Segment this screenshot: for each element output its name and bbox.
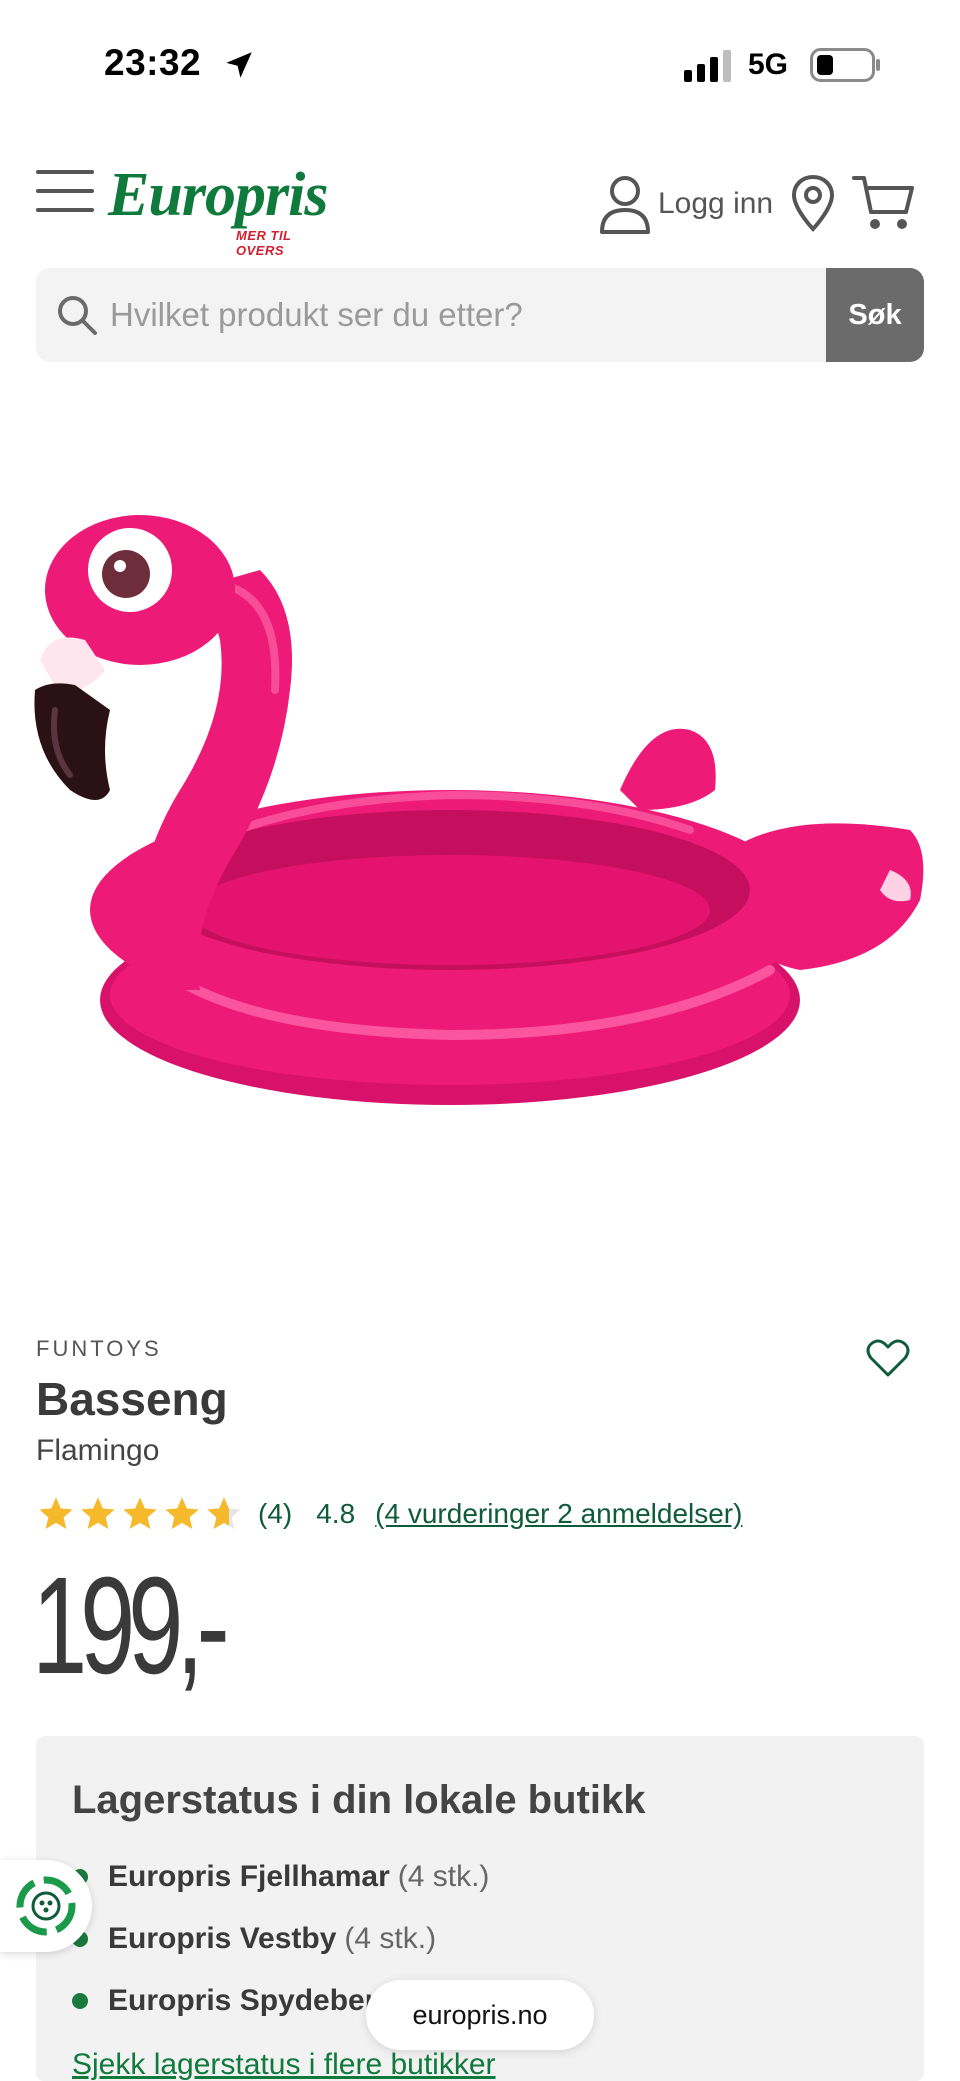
network-label: 5G — [748, 48, 789, 81]
star-icon — [81, 1497, 115, 1529]
location-arrow-icon — [226, 52, 252, 78]
status-time: 23:32 — [104, 42, 202, 83]
logo-text: Europris — [108, 161, 328, 229]
stock-title: Lagerstatus i din lokale butikk — [72, 1778, 646, 1822]
logo-tagline: MER TIL OVERS — [236, 228, 292, 258]
product-image-flamingo-pool[interactable] — [30, 490, 930, 1210]
user-icon — [600, 176, 650, 234]
cart-icon[interactable] — [852, 174, 916, 232]
site-header: Europris MER TIL OVERS Logg inn — [0, 150, 960, 260]
store-name: Europris Spydeberg — [108, 1984, 395, 2017]
stock-item: Europris Fjellhamar (4 stk.) — [72, 1846, 489, 1908]
europris-logo[interactable]: Europris MER TIL OVERS — [108, 160, 328, 258]
store-qty: (4 stk.) — [344, 1922, 437, 1955]
star-icon — [165, 1497, 199, 1529]
product-brand[interactable]: FUNTOYS — [36, 1336, 162, 1362]
product-title: Basseng — [36, 1373, 228, 1425]
login-button[interactable]: Logg inn — [598, 172, 773, 236]
hamburger-menu-icon[interactable] — [36, 168, 94, 214]
chat-widget-icon — [16, 1876, 76, 1936]
chat-widget-button[interactable] — [0, 1860, 92, 1952]
battery-icon — [810, 48, 880, 82]
star-icon — [123, 1497, 157, 1529]
rating-value: 4.8 — [316, 1498, 356, 1529]
status-bar: 23:32 5G — [0, 0, 960, 130]
search-icon — [58, 296, 97, 335]
wishlist-heart-icon[interactable] — [866, 1338, 910, 1378]
store-name: Europris Fjellhamar — [108, 1860, 390, 1893]
store-qty: (4 stk.) — [397, 1860, 490, 1893]
rating-row: (4) 4.8 (4 vurderinger 2 anmeldelser) — [36, 1492, 742, 1536]
in-stock-dot-icon — [72, 1993, 88, 2009]
rating-stars — [36, 1494, 244, 1534]
rating-count: (4) — [258, 1498, 293, 1529]
url-text: europris.no — [412, 1999, 548, 2030]
product-subtitle: Flamingo — [36, 1434, 160, 1467]
star-icon — [39, 1497, 73, 1529]
search-input[interactable] — [110, 268, 860, 362]
reviews-link[interactable]: (4 vurderinger 2 anmeldelser) — [375, 1498, 742, 1530]
check-more-stores-link[interactable]: Sjekk lagerstatus i flere butikker — [72, 2048, 496, 2081]
browser-url-pill[interactable]: europris.no — [366, 1980, 594, 2050]
search-button[interactable]: Søk — [826, 268, 924, 362]
signal-icon — [684, 50, 731, 82]
login-label: Logg inn — [658, 187, 774, 220]
store-locator-icon[interactable] — [790, 174, 836, 232]
product-price: 199,- — [32, 1549, 230, 1703]
stock-item: Europris Vestby (4 stk.) — [72, 1908, 489, 1970]
search-bar: Søk — [36, 268, 924, 362]
store-name: Europris Vestby — [108, 1922, 337, 1955]
star-half-icon — [207, 1497, 241, 1529]
